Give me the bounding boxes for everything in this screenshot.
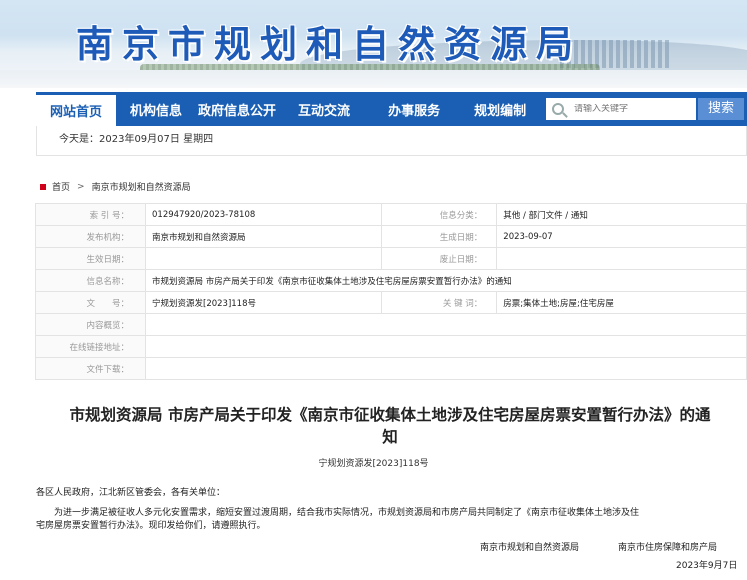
breadcrumb-separator: >: [77, 181, 85, 192]
article-salutation: 各区人民政府，江北新区管委会，各有关单位：: [36, 488, 226, 498]
meta-publisher-value: 南京市规划和自然资源局: [144, 225, 383, 248]
meta-label: 索 引 号：: [35, 203, 146, 226]
meta-label: 文 号：: [35, 291, 146, 314]
document-metadata-table: 索 引 号： 012947920/2023-78108 信息分类： 其他 / 部…: [35, 203, 747, 380]
meta-label: 文件下载：: [35, 357, 146, 380]
main-nav: 网站首页 机构信息 政府信息公开 互动交流 办事服务 规划编制 搜索: [36, 92, 747, 126]
nav-org-info[interactable]: 机构信息: [122, 100, 190, 119]
meta-label: 关 键 词：: [381, 291, 498, 314]
meta-label: 内容概览：: [35, 313, 146, 336]
article-title: 市规划资源局 市房产局关于印发《南京市征收集体土地涉及住宅房屋房票安置暂行办法》…: [50, 404, 730, 448]
article-paragraph-line: 为进一步满足被征收人多元化安置需求，缩短安置过渡周期，结合我市实际情况，市规划资…: [54, 508, 640, 518]
meta-docno-value: 宁规划资源发[2023]118号: [144, 291, 383, 314]
search-input[interactable]: [574, 104, 684, 114]
breadcrumb: 首页 > 南京市规划和自然资源局: [40, 180, 191, 193]
article-title-line: 市规划资源局 市房产局关于印发《南京市征收集体土地涉及住宅房屋房票安置暂行办法》…: [69, 405, 711, 424]
meta-label: 废止日期：: [381, 247, 498, 270]
meta-label: 发布机构：: [35, 225, 146, 248]
signature-org-1: 南京市规划和自然资源局: [480, 543, 580, 553]
meta-index-value: 012947920/2023-78108: [144, 203, 383, 226]
meta-abolish-value: [496, 247, 747, 270]
date-line: 今天是：2023年09月07日 星期四: [36, 126, 747, 156]
meta-download-value[interactable]: [145, 357, 747, 380]
meta-effective-value: [144, 247, 383, 270]
meta-link-value[interactable]: [145, 335, 747, 358]
breadcrumb-current[interactable]: 南京市规划和自然资源局: [92, 180, 191, 193]
search-button[interactable]: 搜索: [698, 98, 744, 120]
meta-label: 信息分类：: [381, 203, 498, 226]
meta-keywords-value: 房票;集体土地;房屋;住宅房屋: [496, 291, 747, 314]
meta-label: 信息名称：: [35, 269, 146, 292]
breadcrumb-home[interactable]: 首页: [52, 180, 70, 193]
nav-gov-info[interactable]: 政府信息公开: [190, 100, 284, 119]
search-icon: [552, 103, 564, 115]
article-paragraph-line: 宅房屋房票安置暂行办法》。现印发给你们，请遵照执行。: [36, 521, 266, 531]
meta-category-value: 其他 / 部门文件 / 通知: [496, 203, 747, 226]
meta-label: 生效日期：: [35, 247, 146, 270]
nav-services[interactable]: 办事服务: [380, 100, 448, 119]
nav-planning[interactable]: 规划编制: [466, 100, 534, 119]
meta-name-value: 市规划资源局 市房产局关于印发《南京市征收集体土地涉及住宅房屋房票安置暂行办法》…: [145, 269, 747, 292]
meta-label: 生成日期：: [381, 225, 498, 248]
article-title-line: 知: [382, 427, 398, 446]
nav-interaction[interactable]: 互动交流: [290, 100, 358, 119]
nav-home[interactable]: 网站首页: [36, 92, 117, 126]
meta-summary-value: [145, 313, 747, 336]
breadcrumb-marker-icon: [40, 183, 46, 190]
banner-water-decoration: [0, 70, 747, 88]
meta-created-value: 2023-09-07: [496, 225, 747, 248]
header-banner: 南京市规划和自然资源局: [0, 0, 747, 88]
meta-label: 在线链接地址：: [35, 335, 146, 358]
signature-date: 2023年9月7日: [676, 561, 738, 571]
site-title: 南京市规划和自然资源局: [76, 22, 582, 66]
article-doc-number: 宁规划资源发[2023]118号: [318, 459, 429, 469]
signature-org-2: 南京市住房保障和房产局: [618, 543, 718, 553]
search-box[interactable]: [546, 98, 696, 120]
